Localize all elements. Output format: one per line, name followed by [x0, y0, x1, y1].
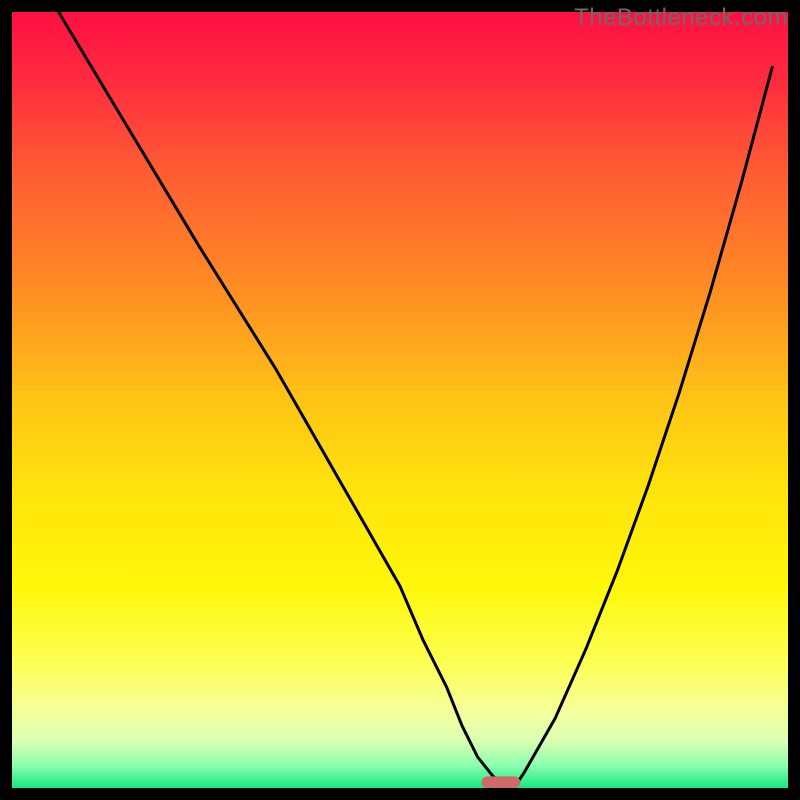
chart-container: TheBottleneck.com	[0, 0, 800, 800]
watermark-text: TheBottleneck.com	[574, 4, 788, 32]
bottleneck-chart	[12, 12, 788, 788]
plot-area	[12, 12, 788, 788]
optimal-marker	[482, 776, 521, 788]
